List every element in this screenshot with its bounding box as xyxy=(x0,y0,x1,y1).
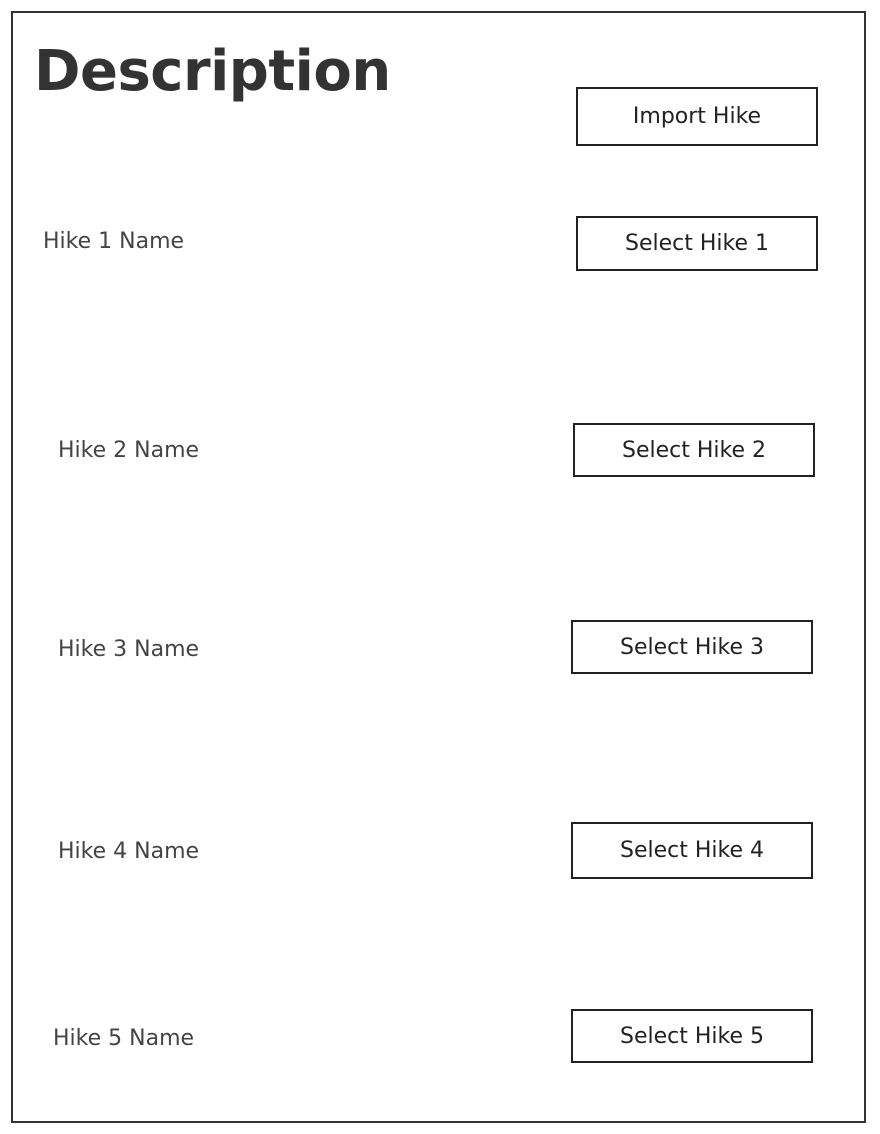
page-title: Description xyxy=(34,39,391,104)
select-hike-5-button[interactable]: Select Hike 5 xyxy=(571,1009,813,1063)
hike-2-name: Hike 2 Name xyxy=(58,438,200,463)
select-hike-4-button[interactable]: Select Hike 4 xyxy=(571,822,813,879)
page-frame xyxy=(11,11,866,1123)
hike-4-name: Hike 4 Name xyxy=(58,839,200,864)
select-hike-3-button[interactable]: Select Hike 3 xyxy=(571,620,813,674)
hike-1-name: Hike 1 Name xyxy=(43,229,185,254)
import-hike-button[interactable]: Import Hike xyxy=(576,87,818,146)
hike-3-name: Hike 3 Name xyxy=(58,637,200,662)
select-hike-1-button[interactable]: Select Hike 1 xyxy=(576,216,818,271)
select-hike-2-button[interactable]: Select Hike 2 xyxy=(573,423,815,477)
hike-5-name: Hike 5 Name xyxy=(53,1026,195,1051)
